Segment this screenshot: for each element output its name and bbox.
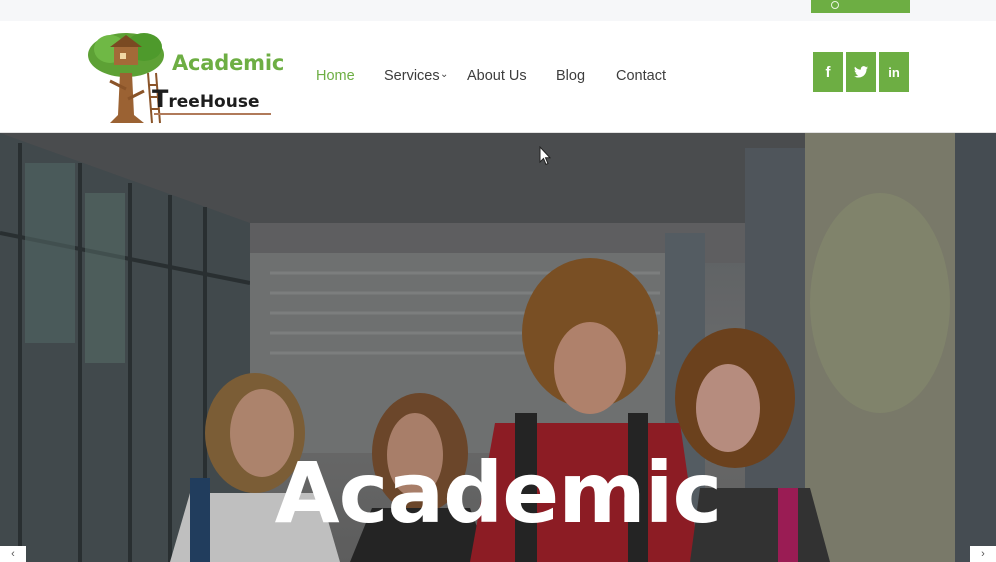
- site-header: Academic TreeHouse Home Services ⌄ About…: [0, 21, 996, 133]
- twitter-bird-icon: [854, 66, 868, 78]
- hero-title: Academic: [274, 444, 723, 542]
- top-action-button[interactable]: [811, 0, 910, 13]
- nav-contact[interactable]: Contact: [616, 68, 666, 84]
- brand-name-line1: Academic: [172, 51, 285, 75]
- slider-prev-button[interactable]: ‹: [0, 546, 26, 562]
- twitter-icon[interactable]: [846, 52, 876, 92]
- nav-about-us[interactable]: About Us: [467, 68, 527, 84]
- linkedin-icon[interactable]: in: [879, 52, 909, 92]
- nav-home[interactable]: Home: [316, 68, 355, 84]
- nav-blog[interactable]: Blog: [556, 68, 585, 84]
- brand-underline: [154, 113, 271, 115]
- brand-name-line2: TreeHouse: [152, 85, 259, 113]
- slider-next-button[interactable]: ›: [970, 546, 996, 562]
- top-utility-bar: [0, 0, 996, 21]
- nav-services[interactable]: Services: [384, 68, 440, 84]
- brand-name-rest: reeHouse: [168, 92, 260, 112]
- hero-slider: Academic: [0, 133, 996, 562]
- chevron-down-icon[interactable]: ⌄: [440, 69, 448, 80]
- facebook-icon[interactable]: f: [813, 52, 843, 92]
- brand-name-cap: T: [152, 85, 169, 113]
- mouse-cursor-icon: [539, 146, 551, 166]
- action-icon: [831, 1, 839, 9]
- brand-logo[interactable]: Academic TreeHouse: [86, 29, 284, 125]
